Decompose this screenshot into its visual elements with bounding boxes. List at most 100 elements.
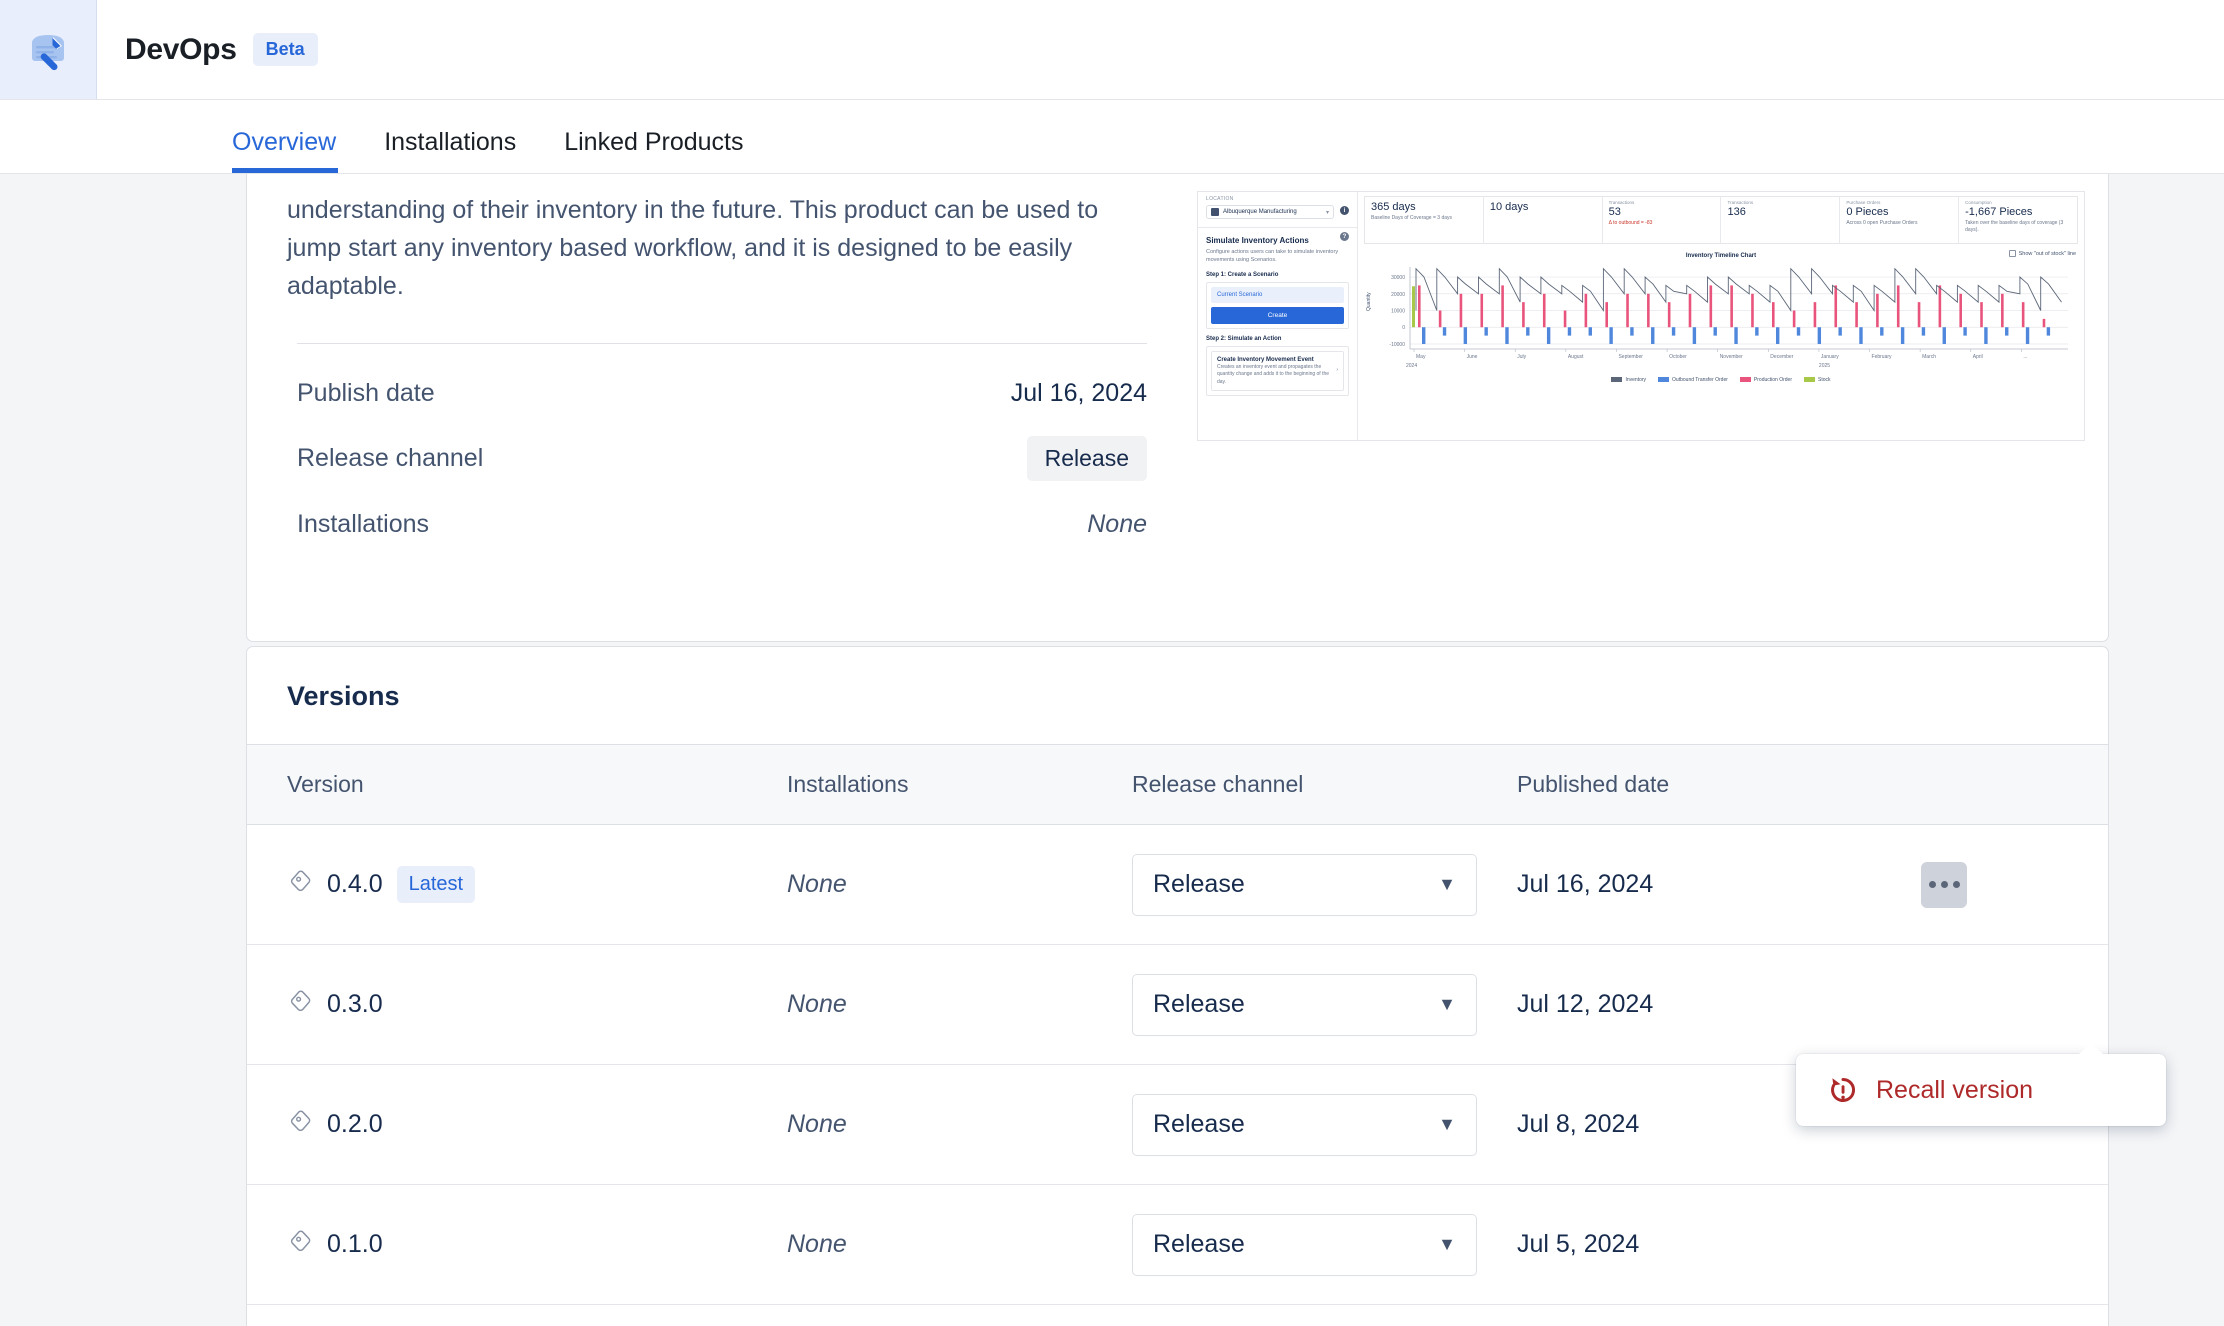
cell-version: 0.1.0	[247, 1184, 747, 1305]
legend-item: Inventory	[1611, 377, 1646, 383]
beta-badge: Beta	[252, 33, 318, 66]
preview-step1-label: Step 1: Create a Scenario	[1206, 271, 1279, 278]
table-row-empty	[247, 1304, 2108, 1326]
cell-release-channel: Release ▼	[1092, 944, 1477, 1065]
devops-hammer-logo-icon	[22, 24, 74, 76]
cell-release-channel: Release ▼	[1092, 1184, 1477, 1305]
tab-linked-products[interactable]: Linked Products	[540, 128, 767, 173]
chart-canvas: -10000 0 10000 20000 30000 May June July August S…	[1389, 267, 2068, 369]
table-row: 0.3.0 None Release ▼ Jul 12, 2024	[247, 944, 2108, 1065]
chevron-right-icon: ›	[1336, 367, 1338, 374]
published-date-value: Jul 12, 2024	[1517, 990, 1654, 1018]
cell-empty	[247, 1304, 2108, 1326]
cell-installations: None	[747, 1184, 1092, 1305]
kpi-value: 0 Pieces	[1846, 206, 1889, 218]
kpi-sub: Taken over the baseline days of coverage…	[1965, 220, 2064, 234]
tab-installations[interactable]: Installations	[360, 128, 540, 173]
installations-value: None	[787, 870, 847, 898]
kpi-caption: Transactions	[1727, 200, 1754, 205]
column-header-release-channel: Release channel	[1092, 744, 1477, 825]
checkbox-icon	[2008, 250, 2016, 257]
kpi-card: 365 days Baseline Days of Coverage = 3 d…	[1365, 197, 1484, 243]
svg-text:...: ...	[2023, 354, 2027, 360]
release-channel-value: Release	[1153, 990, 1245, 1018]
detail-row-release-channel: Release channel Release	[287, 422, 1157, 495]
product-preview-screenshot: LOCATION Albuquerque Manufacturing ▾ i S…	[1197, 191, 2085, 441]
row-actions-menu-button[interactable]	[1921, 861, 1967, 908]
inventory-timeline-chart: Quantity -10000 0 10000 20000 30000 May June Ju…	[1364, 263, 2078, 375]
chevron-down-icon: ▼	[1438, 874, 1456, 894]
preview-right-panel: 365 days Baseline Days of Coverage = 3 d…	[1358, 192, 2084, 440]
kpi-value: 365 days	[1371, 201, 1416, 213]
published-date-value: Jul 5, 2024	[1517, 1230, 1640, 1258]
chevron-down-icon: ▼	[1438, 994, 1456, 1014]
page-title: DevOps	[125, 32, 237, 66]
preview-action-desc: Creates an inventory event and propagate…	[1217, 364, 1330, 385]
legend-item: Stock	[1804, 377, 1831, 383]
installations-value: None	[787, 1110, 847, 1138]
kpi-card: Transactions 53 Δ to outbound = -83	[1603, 197, 1722, 243]
chevron-down-icon: ▾	[1325, 209, 1329, 216]
help-icon: ?	[1340, 232, 1349, 241]
preview-step2-label: Step 2: Simulate an Action	[1206, 335, 1282, 342]
chevron-down-icon: ▼	[1438, 1234, 1456, 1254]
detail-label: Publish date	[297, 378, 435, 407]
installations-value: None	[1087, 509, 1147, 538]
table-header-row: Version Installations Release channel Pu…	[247, 744, 2108, 825]
kpi-caption: Transactions	[1608, 200, 1635, 205]
cell-release-channel: Release ▼	[1092, 824, 1477, 945]
svg-text:August: August	[1568, 354, 1584, 360]
cell-installations: None	[747, 1064, 1092, 1185]
version-tag-icon	[287, 1108, 313, 1141]
kpi-caption: Consumption	[1965, 200, 1992, 205]
recall-version-label: Recall version	[1876, 1075, 2034, 1104]
versions-table: Version Installations Release channel Pu…	[247, 744, 2108, 1326]
release-channel-select[interactable]: Release ▼	[1132, 1213, 1477, 1276]
chevron-down-icon: ▼	[1438, 1114, 1456, 1134]
app-logo	[0, 0, 97, 99]
svg-text:July: July	[1517, 354, 1526, 360]
chart-checkbox-label: Show "out of stock" line	[2018, 250, 2076, 257]
kpi-value: 10 days	[1489, 201, 1529, 213]
kpi-card: Purchase Orders 0 Pieces Across 0 open P…	[1840, 197, 1960, 243]
latest-badge: Latest	[396, 866, 476, 903]
release-channel-select[interactable]: Release ▼	[1132, 853, 1477, 916]
preview-action-item: Create Inventory Movement Event Creates …	[1211, 350, 1344, 391]
kpi-value: 53	[1608, 206, 1621, 218]
kpi-card: Transactions 136	[1721, 197, 1841, 243]
table-row: 0.1.0 None Release ▼ Jul 5, 2024	[247, 1184, 2108, 1305]
preview-kpi-row: 365 days Baseline Days of Coverage = 3 d…	[1364, 196, 2078, 244]
recall-version-icon	[1826, 1073, 1860, 1107]
tab-bar: Overview Installations Linked Products	[0, 100, 2224, 174]
release-channel-select[interactable]: Release ▼	[1132, 1093, 1477, 1156]
kpi-value: 136	[1727, 206, 1746, 218]
versions-card: Versions Version Installations Release c…	[246, 646, 2109, 1326]
release-channel-select[interactable]: Release ▼	[1132, 973, 1477, 1036]
svg-text:April: April	[1973, 354, 1983, 360]
detail-label: Installations	[297, 509, 430, 538]
kpi-sub: Δ to outbound = -83	[1608, 220, 1653, 226]
version-number: 0.2.0	[327, 1110, 383, 1138]
svg-text:March: March	[1922, 354, 1936, 360]
divider	[297, 343, 1147, 344]
legend-item: Outbound Transfer Order	[1658, 377, 1728, 383]
cell-version: 0.3.0	[247, 944, 747, 1065]
tab-overview[interactable]: Overview	[232, 128, 360, 173]
svg-text:November: November	[1720, 354, 1743, 360]
preview-location-value: Albuquerque Manufacturing	[1223, 209, 1297, 215]
kpi-sub: Across 0 open Purchase Orders	[1846, 220, 1918, 226]
svg-text:2025: 2025	[1819, 363, 1830, 369]
page-content: understanding of their inventory in the …	[0, 174, 2224, 1326]
cell-installations: None	[747, 944, 1092, 1065]
legend-item: Production Order	[1739, 377, 1792, 383]
svg-text:December: December	[1770, 354, 1793, 360]
preview-panel-title: Simulate Inventory Actions	[1206, 236, 1309, 245]
svg-text:June: June	[1467, 354, 1478, 360]
recall-version-popover[interactable]: Recall version	[1796, 1043, 2166, 1126]
info-icon: i	[1340, 206, 1349, 215]
cell-actions	[1907, 1184, 2108, 1305]
column-header-actions	[1907, 744, 2108, 825]
installations-value: None	[787, 1230, 847, 1258]
detail-row-publish-date: Publish date Jul 16, 2024	[287, 364, 1157, 422]
publish-date-value: Jul 16, 2024	[1010, 378, 1147, 407]
